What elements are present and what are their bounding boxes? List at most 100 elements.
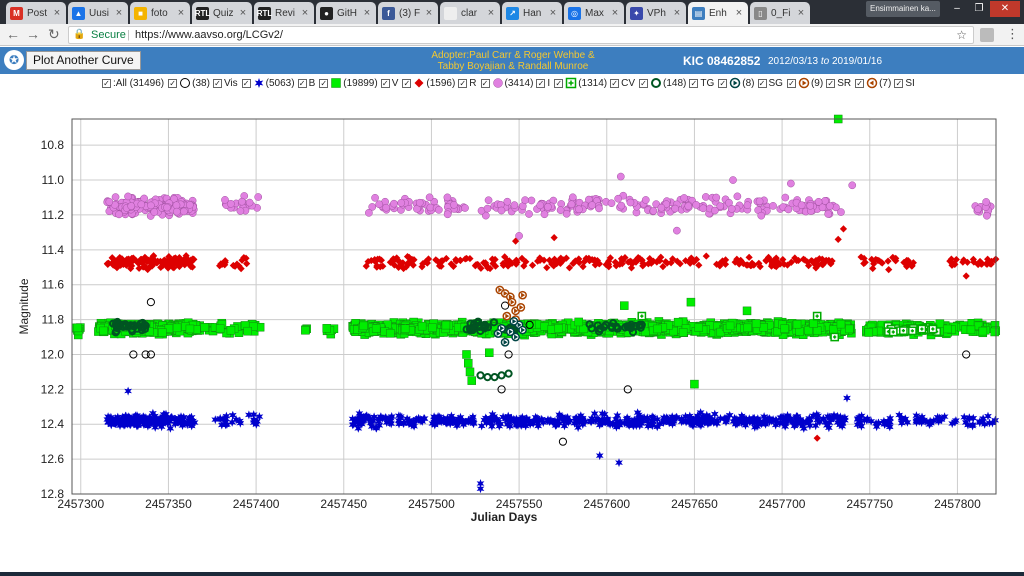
legend-checkbox-sr[interactable]: ✓: [786, 78, 796, 88]
close-tab-icon[interactable]: ×: [671, 7, 683, 19]
legend-item-vis: ✓ (38) ✓ Vis: [168, 77, 238, 89]
legend-count: (9): [810, 77, 824, 89]
legend-band-checkbox-cv[interactable]: ✓: [610, 78, 620, 88]
legend-band-checkbox-tg[interactable]: ✓: [689, 78, 699, 88]
close-tab-icon[interactable]: ×: [175, 7, 187, 19]
browser-tab[interactable]: M Post ×: [6, 2, 66, 24]
legend-band-checkbox-v[interactable]: ✓: [380, 78, 390, 88]
browser-tab[interactable]: RTL Quiz ×: [192, 2, 252, 24]
browser-tab[interactable]: ● GitH ×: [316, 2, 376, 24]
close-tab-icon[interactable]: ×: [51, 7, 63, 19]
i-point: [115, 210, 123, 219]
legend-checkbox-sg[interactable]: ✓: [718, 78, 728, 88]
legend-checkbox-v[interactable]: ✓: [319, 78, 329, 88]
v-point: [540, 322, 549, 331]
v-marker-icon: [331, 78, 341, 88]
legend-checkbox-si[interactable]: ✓: [855, 78, 865, 88]
profile-button[interactable]: Ensimmainen ka...: [866, 1, 940, 17]
x-tick-label: 2457550: [496, 497, 543, 511]
adopter-text: Adopter:Paul Carr & Roger Wehbe & Tabby …: [408, 50, 618, 72]
sg-point: [518, 325, 527, 335]
legend-checkbox-tg[interactable]: ✓: [639, 78, 649, 88]
browser-tab[interactable]: ▤ Enh ×: [688, 2, 748, 24]
legend-checkbox-r[interactable]: ✓: [402, 78, 412, 88]
v-point: [829, 325, 838, 334]
back-icon[interactable]: ←: [6, 26, 20, 42]
close-tab-icon[interactable]: ×: [733, 7, 745, 19]
legend-checkbox-b[interactable]: ✓: [241, 78, 251, 88]
i-point: [806, 201, 815, 210]
legend-count: (1596): [426, 77, 456, 89]
i-point: [515, 232, 523, 240]
v-point: [73, 323, 83, 333]
i-point: [415, 198, 424, 207]
browser-tab[interactable]: ↗ Han ×: [502, 2, 562, 24]
v-point: [690, 379, 699, 389]
close-tab-icon[interactable]: ×: [795, 7, 807, 19]
i-point: [111, 193, 120, 201]
i-point: [365, 208, 373, 217]
i-point: [824, 210, 833, 218]
plot-another-curve-button[interactable]: Plot Another Curve: [26, 51, 141, 70]
legend-checkbox-cv[interactable]: ✓: [554, 78, 564, 88]
v-point: [990, 327, 999, 337]
i-point: [562, 209, 571, 218]
tab-label: Enh: [709, 7, 727, 19]
i-point: [503, 197, 512, 206]
v-point: [464, 358, 473, 368]
browser-tab[interactable]: ▯ 0_Fi ×: [750, 2, 810, 24]
i-point: [147, 201, 155, 210]
reload-icon[interactable]: ↻: [48, 26, 60, 43]
browser-tab[interactable]: ■ foto ×: [130, 2, 190, 24]
bookmark-star-icon[interactable]: ☆: [956, 27, 967, 43]
close-tab-icon[interactable]: ×: [423, 7, 435, 19]
legend-band-checkbox-b[interactable]: ✓: [297, 78, 307, 88]
close-tab-icon[interactable]: ×: [485, 7, 497, 19]
legend-band-checkbox-sg[interactable]: ✓: [757, 78, 767, 88]
v-point: [554, 324, 563, 333]
i-point: [641, 196, 650, 204]
i-marker-icon: [492, 78, 503, 88]
legend-checkbox-vis[interactable]: ✓: [168, 78, 178, 88]
restore-icon[interactable]: ❐: [968, 1, 990, 17]
browser-menu-icon[interactable]: ⋮: [1006, 26, 1019, 42]
browser-tab[interactable]: RTL Revi ×: [254, 2, 314, 24]
date-to-word: to: [820, 56, 830, 67]
browser-tab[interactable]: clar ×: [440, 2, 500, 24]
i-point: [375, 200, 384, 209]
legend-band-checkbox-vis[interactable]: ✓: [212, 78, 222, 88]
browser-tab[interactable]: ▲ Uusi ×: [68, 2, 128, 24]
browser-tab[interactable]: ◎ Max ×: [564, 2, 624, 24]
minimize-icon[interactable]: –: [946, 1, 968, 17]
legend-checkbox-all[interactable]: ✓: [102, 78, 111, 88]
adopter-line-1: Adopter:Paul Carr & Roger Wehbe &: [431, 50, 595, 61]
i-point: [825, 202, 834, 210]
cv-point: [908, 326, 917, 336]
sr-point: [516, 303, 526, 312]
close-tab-icon[interactable]: ×: [299, 7, 311, 19]
close-window-icon[interactable]: ✕: [990, 1, 1020, 17]
url-input[interactable]: 🔒 Secure | https://www.aavso.org/LCGv2/ …: [68, 26, 974, 44]
close-tab-icon[interactable]: ×: [361, 7, 373, 19]
close-tab-icon[interactable]: ×: [237, 7, 249, 19]
i-point: [684, 202, 693, 211]
legend-band-checkbox-i[interactable]: ✓: [536, 78, 546, 88]
close-tab-icon[interactable]: ×: [547, 7, 559, 19]
legend-checkbox-i[interactable]: ✓: [480, 78, 490, 88]
i-point: [172, 201, 181, 210]
forward-icon[interactable]: →: [26, 26, 40, 42]
legend-band-checkbox-si[interactable]: ✓: [894, 78, 904, 88]
sg-point: [500, 337, 510, 347]
y-tick-label: 11.8: [42, 313, 65, 327]
legend-band-checkbox-r[interactable]: ✓: [458, 78, 468, 88]
browser-tab[interactable]: ✦ VPh ×: [626, 2, 686, 24]
close-tab-icon[interactable]: ×: [113, 7, 125, 19]
legend-band-checkbox-sr[interactable]: ✓: [826, 78, 836, 88]
i-point: [787, 179, 795, 188]
sg-point: [493, 329, 503, 338]
i-point: [797, 201, 806, 210]
cv-marker-icon: [565, 77, 577, 89]
close-tab-icon[interactable]: ×: [609, 7, 621, 19]
browser-tab[interactable]: f (3) F ×: [378, 2, 438, 24]
extension-icon[interactable]: [980, 28, 994, 42]
